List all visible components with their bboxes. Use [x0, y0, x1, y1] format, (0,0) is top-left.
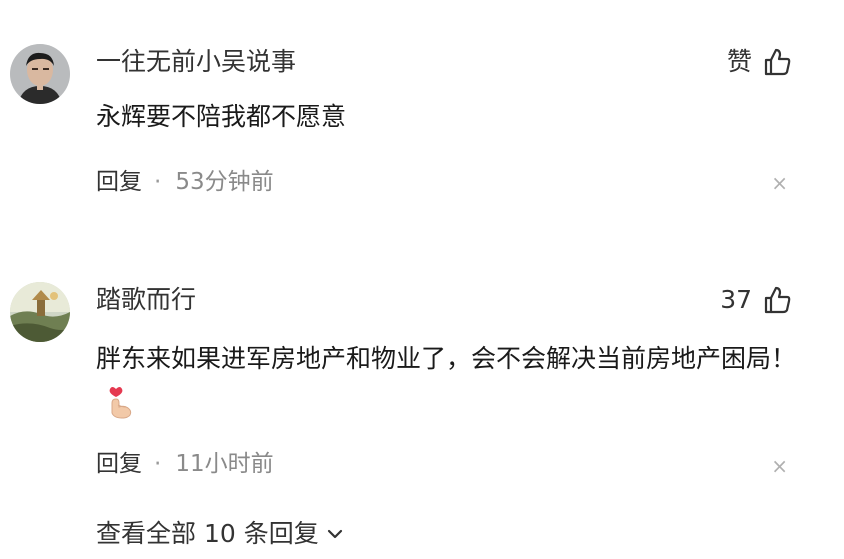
username[interactable]: 踏歌而行 — [96, 284, 196, 316]
finger-heart-emoji-icon — [109, 387, 132, 419]
reply-button[interactable]: 回复 — [96, 449, 142, 479]
like-label: 赞 — [726, 47, 752, 76]
username[interactable]: 一往无前小吴说事 — [96, 46, 296, 78]
separator: · — [154, 451, 162, 477]
like-count: 37 — [720, 285, 752, 314]
timestamp: 11小时前 — [175, 451, 274, 477]
reply-button[interactable]: 回复 — [96, 167, 142, 197]
chevron-down-icon — [327, 529, 342, 539]
view-all-replies-label: 查看全部 10 条回复 — [96, 519, 319, 548]
timestamp: 53分钟前 — [175, 169, 274, 195]
like-button[interactable]: 赞 — [727, 46, 792, 78]
close-icon[interactable]: × — [771, 456, 788, 476]
thumbs-up-icon — [764, 286, 791, 314]
comment-meta: 回复 · 53分钟前 — [96, 167, 274, 197]
comment-thread: 一往无前小吴说事 赞 永辉要不陪我都不愿意 回复 · 53分钟前 × 踏歌而行 … — [0, 0, 844, 559]
view-all-replies-button[interactable]: 查看全部 10 条回复 — [96, 518, 345, 550]
user-avatar-man-icon — [10, 44, 70, 104]
user-avatar[interactable] — [10, 282, 70, 342]
user-avatar-landscape-icon — [10, 282, 70, 342]
comment-text-content: 胖东来如果进军房地产和物业了，会不会解决当前房地产困局！ — [96, 344, 797, 373]
separator: · — [154, 169, 162, 195]
comment-meta: 回复 · 11小时前 — [96, 449, 274, 479]
comment-text: 永辉要不陪我都不愿意 — [96, 102, 347, 131]
thumbs-up-icon — [764, 48, 791, 76]
comment-text: 胖东来如果进军房地产和物业了，会不会解决当前房地产困局！ — [96, 338, 816, 422]
user-avatar[interactable] — [10, 44, 70, 104]
close-icon[interactable]: × — [771, 173, 788, 193]
like-button[interactable]: 37 — [720, 284, 792, 316]
